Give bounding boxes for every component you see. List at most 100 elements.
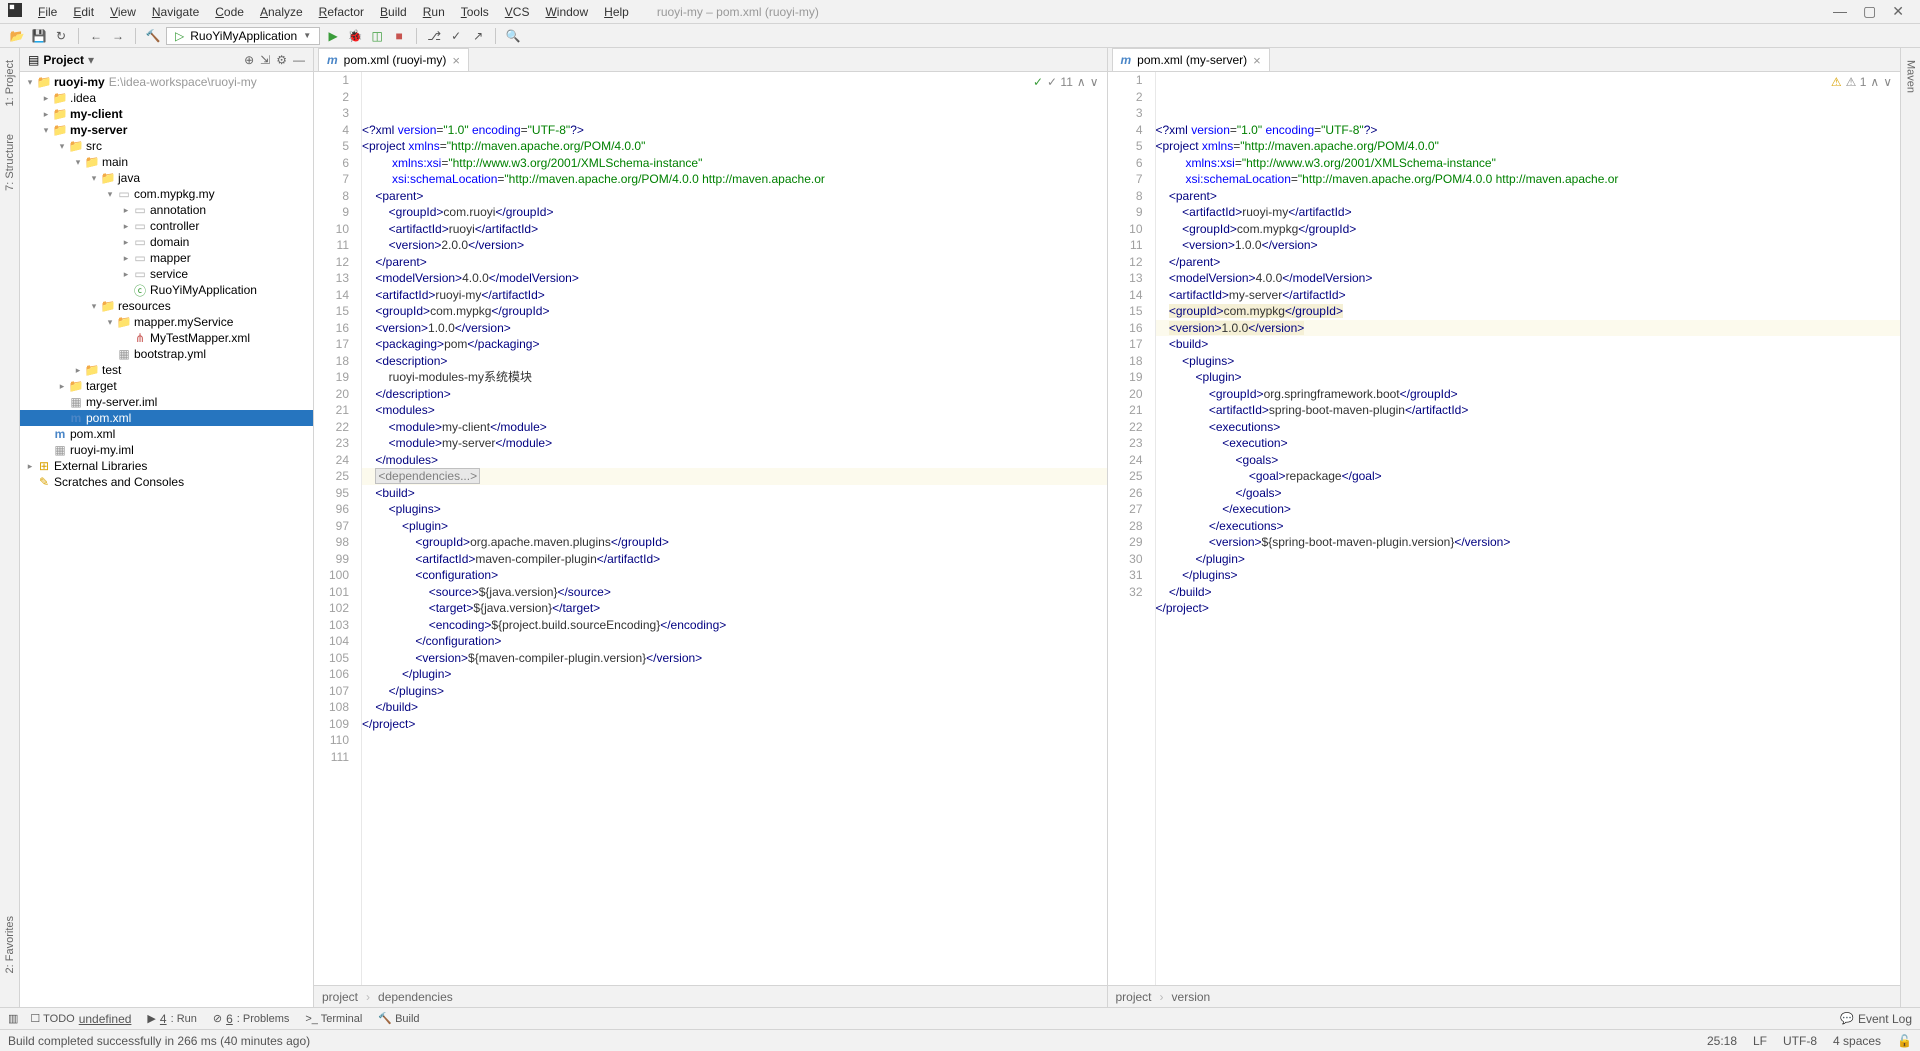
event-log-button[interactable]: 💬 Event Log (1840, 1012, 1912, 1026)
next-highlight-icon[interactable]: ∨ (1090, 74, 1099, 91)
close-tab-icon[interactable]: × (1253, 53, 1261, 68)
prev-highlight-icon[interactable]: ∧ (1077, 74, 1086, 91)
tree-item-external-libraries[interactable]: ▸⊞External Libraries (20, 458, 313, 474)
crumb-project[interactable]: project (322, 990, 358, 1004)
crumb-version[interactable]: version (1172, 990, 1211, 1004)
push-icon[interactable]: ↗ (469, 27, 487, 45)
run-icon[interactable]: ▶ (324, 27, 342, 45)
vcs-icon[interactable]: ⎇ (425, 27, 443, 45)
tree-item-ruoyimyapplication[interactable]: ⓒRuoYiMyApplication (20, 282, 313, 298)
tool-terminal[interactable]: >_ Terminal (305, 1012, 362, 1026)
menu-navigate[interactable]: Navigate (144, 3, 207, 21)
tree-item-mapper[interactable]: ▸▭mapper (20, 250, 313, 266)
line-gutter[interactable]: 1234567891011121314151617181920212223242… (1108, 72, 1156, 985)
editor-left: m pom.xml (ruoyi-my) × 12345678910111213… (314, 48, 1108, 1007)
tree-item-ruoyi-my[interactable]: ▾📁ruoyi-myE:\idea-workspace\ruoyi-my (20, 74, 313, 90)
line-gutter[interactable]: 1234567891011121314151617181920212223242… (314, 72, 362, 985)
tool-build[interactable]: 🔨 Build (378, 1012, 419, 1026)
tree-item-target[interactable]: ▸📁target (20, 378, 313, 394)
readonly-icon[interactable]: 🔓 (1897, 1034, 1912, 1048)
code-area[interactable]: ⚠⚠ 1∧∨ <?xml version="1.0" encoding="UTF… (1156, 72, 1901, 985)
line-separator[interactable]: LF (1753, 1034, 1767, 1048)
tool--problems[interactable]: ⊘ 6: Problems (213, 1012, 289, 1026)
menu-tools[interactable]: Tools (453, 3, 497, 21)
menu-refactor[interactable]: Refactor (311, 3, 372, 21)
prev-highlight-icon[interactable]: ∧ (1870, 74, 1879, 91)
tree-item-test[interactable]: ▸📁test (20, 362, 313, 378)
cursor-position[interactable]: 25:18 (1707, 1034, 1737, 1048)
tree-item-service[interactable]: ▸▭service (20, 266, 313, 282)
debug-icon[interactable]: 🐞 (346, 27, 364, 45)
crumb-dependencies[interactable]: dependencies (378, 990, 453, 1004)
tree-item-domain[interactable]: ▸▭domain (20, 234, 313, 250)
menu-build[interactable]: Build (372, 3, 415, 21)
hide-icon[interactable]: — (293, 53, 305, 67)
open-icon[interactable]: 📂 (8, 27, 26, 45)
menu-vcs[interactable]: VCS (497, 3, 538, 21)
tree-item-bootstrap-yml[interactable]: ▦bootstrap.yml (20, 346, 313, 362)
close-button[interactable]: ✕ (1892, 3, 1904, 20)
coverage-icon[interactable]: ◫ (368, 27, 386, 45)
close-tab-icon[interactable]: × (452, 53, 460, 68)
tree-item-my-client[interactable]: ▸📁my-client (20, 106, 313, 122)
menu-edit[interactable]: Edit (65, 3, 102, 21)
toolbar: 📂 💾 ↻ ← → 🔨 ▷ RuoYiMyApplication ▼ ▶ 🐞 ◫… (0, 24, 1920, 48)
inspection-count[interactable]: ⚠ 1 (1846, 74, 1867, 91)
tree-item-mytestmapper-xml[interactable]: ⋔MyTestMapper.xml (20, 330, 313, 346)
next-highlight-icon[interactable]: ∨ (1883, 74, 1892, 91)
commit-icon[interactable]: ✓ (447, 27, 465, 45)
tab-pom-my-server[interactable]: m pom.xml (my-server) × (1112, 48, 1270, 71)
select-opened-file-icon[interactable]: ⊕ (244, 53, 254, 67)
tree-item-src[interactable]: ▾📁src (20, 138, 313, 154)
tree-item-pom-xml[interactable]: mpom.xml (20, 410, 313, 426)
expand-all-icon[interactable]: ⇲ (260, 53, 270, 67)
build-icon[interactable]: 🔨 (144, 27, 162, 45)
refresh-icon[interactable]: ↻ (52, 27, 70, 45)
search-icon[interactable]: 🔍 (504, 27, 522, 45)
tree-item-controller[interactable]: ▸▭controller (20, 218, 313, 234)
tree-item-pom-xml[interactable]: mpom.xml (20, 426, 313, 442)
menu-run[interactable]: Run (415, 3, 453, 21)
tree-item--idea[interactable]: ▸📁.idea (20, 90, 313, 106)
tree-item-scratches-and-consoles[interactable]: ✎Scratches and Consoles (20, 474, 313, 490)
menu-window[interactable]: Window (537, 3, 596, 21)
file-encoding[interactable]: UTF-8 (1783, 1034, 1817, 1048)
forward-icon[interactable]: → (109, 27, 127, 45)
tool-windows-icon[interactable]: ▥ (8, 1012, 18, 1025)
tool-structure-tab[interactable]: 7: Structure (4, 130, 16, 195)
settings-icon[interactable]: ⚙ (276, 53, 287, 67)
tool-project-tab[interactable]: 1: Project (4, 56, 16, 110)
breadcrumbs[interactable]: project › version (1108, 985, 1901, 1007)
tree-item-com-mypkg-my[interactable]: ▾▭com.mypkg.my (20, 186, 313, 202)
crumb-project[interactable]: project (1116, 990, 1152, 1004)
run-config-selector[interactable]: ▷ RuoYiMyApplication ▼ (166, 27, 320, 45)
minimize-button[interactable]: — (1833, 3, 1847, 20)
stop-icon[interactable]: ■ (390, 27, 408, 45)
code-area[interactable]: ✓✓ 11∧∨ <?xml version="1.0" encoding="UT… (362, 72, 1107, 985)
tree-item-my-server-iml[interactable]: ▦my-server.iml (20, 394, 313, 410)
tool-todo[interactable]: ☐ TODOundefined (30, 1012, 131, 1026)
tree-item-ruoyi-my-iml[interactable]: ▦ruoyi-my.iml (20, 442, 313, 458)
menu-help[interactable]: Help (596, 3, 637, 21)
tab-pom-ruoyi-my[interactable]: m pom.xml (ruoyi-my) × (318, 48, 469, 71)
maximize-button[interactable]: ▢ (1863, 3, 1876, 20)
tool--run[interactable]: ▶ 4: Run (147, 1012, 196, 1026)
tree-item-resources[interactable]: ▾📁resources (20, 298, 313, 314)
back-icon[interactable]: ← (87, 27, 105, 45)
save-all-icon[interactable]: 💾 (30, 27, 48, 45)
tool-maven-tab[interactable]: Maven (1905, 56, 1917, 97)
menu-analyze[interactable]: Analyze (252, 3, 311, 21)
tree-item-my-server[interactable]: ▾📁my-server (20, 122, 313, 138)
project-tree[interactable]: ▾📁ruoyi-myE:\idea-workspace\ruoyi-my▸📁.i… (20, 72, 313, 1007)
breadcrumbs[interactable]: project › dependencies (314, 985, 1107, 1007)
menu-file[interactable]: File (30, 3, 65, 21)
menu-view[interactable]: View (102, 3, 144, 21)
indent-setting[interactable]: 4 spaces (1833, 1034, 1881, 1048)
tree-item-java[interactable]: ▾📁java (20, 170, 313, 186)
tool-favorites-tab[interactable]: 2: Favorites (4, 912, 16, 977)
inspection-count[interactable]: ✓ 11 (1047, 74, 1073, 91)
tree-item-annotation[interactable]: ▸▭annotation (20, 202, 313, 218)
tree-item-main[interactable]: ▾📁main (20, 154, 313, 170)
tree-item-mapper-myservice[interactable]: ▾📁mapper.myService (20, 314, 313, 330)
menu-code[interactable]: Code (207, 3, 252, 21)
